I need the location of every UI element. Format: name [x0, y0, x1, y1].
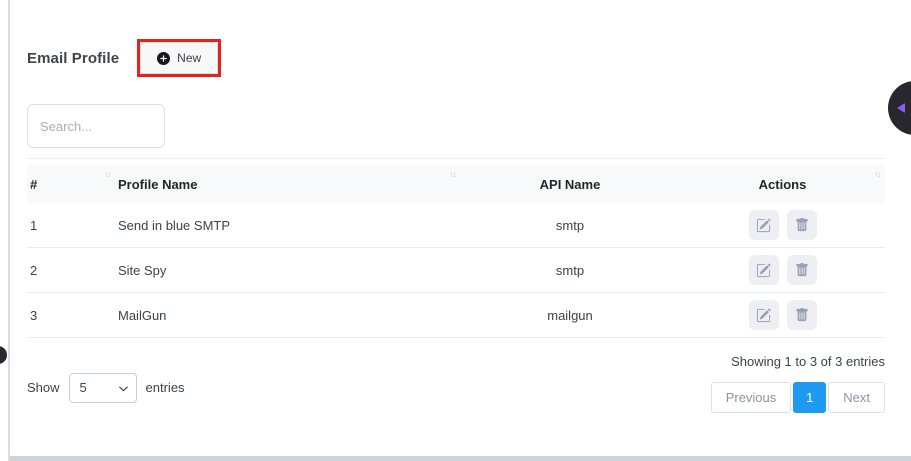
new-button-label: New	[177, 51, 201, 65]
column-header-index[interactable]: # ↑↓	[27, 165, 115, 203]
column-header-profile-name[interactable]: Profile Name ↑↓	[115, 165, 460, 203]
edit-icon	[756, 308, 771, 323]
email-profile-table: # ↑↓ Profile Name ↑↓ API Name Actions ↑↓…	[27, 158, 885, 338]
search-input[interactable]	[27, 104, 165, 148]
profile-name-cell: Send in blue SMTP	[115, 218, 460, 233]
column-header-label: #	[30, 177, 37, 192]
edit-button[interactable]	[749, 300, 779, 330]
show-label: Show	[27, 380, 60, 395]
edit-icon	[756, 218, 771, 233]
profile-name-cell: MailGun	[115, 308, 460, 323]
page-size-select-wrap: 5	[69, 373, 137, 403]
actions-cell	[680, 210, 885, 240]
sort-icon: ↑↓	[104, 169, 110, 179]
edit-button[interactable]	[749, 210, 779, 240]
column-header-label: API Name	[540, 177, 601, 192]
trash-icon	[795, 263, 809, 277]
table-row: 1 Send in blue SMTP smtp	[27, 203, 885, 248]
left-edge-fab[interactable]	[0, 346, 7, 364]
table-row: 3 MailGun mailgun	[27, 293, 885, 338]
column-header-api-name[interactable]: API Name	[460, 165, 680, 203]
sort-icon: ↑↓	[449, 169, 455, 179]
row-index: 2	[27, 263, 115, 278]
plus-circle-icon	[157, 52, 170, 65]
pagination-area: Showing 1 to 3 of 3 entries Previous 1 N…	[711, 354, 885, 413]
profile-name-cell: Site Spy	[115, 263, 460, 278]
delete-button[interactable]	[787, 210, 817, 240]
pagination: Previous 1 Next	[711, 382, 885, 413]
collapse-fab[interactable]	[888, 81, 911, 135]
main-content: Email Profile New # ↑↓ Profile Name	[27, 0, 885, 413]
page-1-button[interactable]: 1	[793, 382, 826, 413]
bottom-strip	[10, 456, 911, 461]
column-header-actions[interactable]: Actions ↑↓	[680, 165, 885, 203]
table-header-row: # ↑↓ Profile Name ↑↓ API Name Actions ↑↓	[27, 165, 885, 203]
row-index: 1	[27, 218, 115, 233]
trash-icon	[795, 218, 809, 232]
trash-icon	[795, 308, 809, 322]
title-row: Email Profile New	[27, 39, 885, 77]
annotation-highlight-box: New	[137, 39, 221, 77]
table-footer: Show 5 entries Showing 1 to 3 of 3 entri…	[27, 354, 885, 413]
edit-icon	[756, 263, 771, 278]
previous-page-button[interactable]: Previous	[711, 382, 792, 413]
table-row: 2 Site Spy smtp	[27, 248, 885, 293]
left-divider	[8, 0, 10, 461]
delete-button[interactable]	[787, 255, 817, 285]
column-header-label: Profile Name	[118, 177, 197, 192]
actions-cell	[680, 255, 885, 285]
entries-summary: Showing 1 to 3 of 3 entries	[731, 354, 885, 369]
next-page-button[interactable]: Next	[828, 382, 885, 413]
column-header-label: Actions	[759, 177, 807, 192]
page-size-control: Show 5 entries	[27, 362, 185, 413]
delete-button[interactable]	[787, 300, 817, 330]
page-title: Email Profile	[27, 50, 119, 67]
api-name-cell: mailgun	[460, 308, 680, 323]
new-button[interactable]: New	[140, 42, 218, 74]
sort-icon: ↑↓	[874, 169, 880, 179]
actions-cell	[680, 300, 885, 330]
arrow-left-icon	[894, 101, 908, 115]
email-profile-page: Email Profile New # ↑↓ Profile Name	[0, 0, 911, 461]
api-name-cell: smtp	[460, 218, 680, 233]
edit-button[interactable]	[749, 255, 779, 285]
entries-label: entries	[146, 380, 185, 395]
page-size-select[interactable]: 5	[69, 373, 137, 403]
api-name-cell: smtp	[460, 263, 680, 278]
row-index: 3	[27, 308, 115, 323]
